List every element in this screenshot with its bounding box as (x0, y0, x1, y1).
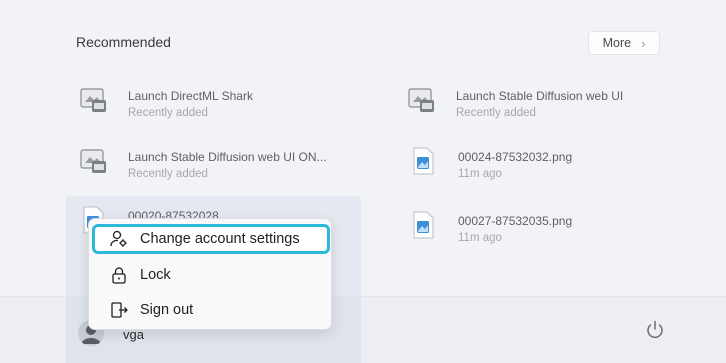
start-menu-panel: Recommended More › Launch DirectML Shark… (0, 0, 726, 363)
recommended-item-subtitle: Recently added (456, 107, 536, 119)
menu-item-label: Lock (140, 267, 171, 283)
more-button[interactable]: More › (588, 31, 660, 55)
recommended-item-name: Launch Stable Diffusion web UI (456, 89, 624, 103)
change-account-settings-item[interactable]: Change account settings (92, 224, 330, 254)
recommended-item-subtitle: 11m ago (458, 168, 502, 180)
app-shortcut-icon (80, 88, 106, 112)
image-file-icon (413, 147, 434, 175)
menu-item-label: Sign out (140, 302, 194, 318)
recommended-item-subtitle: Recently added (128, 168, 208, 180)
recommended-item-subtitle: Recently added (128, 107, 208, 119)
account-context-menu: Change account settings Lock Sign out (88, 218, 332, 330)
chevron-right-icon: › (641, 35, 646, 51)
recommended-item-name: 00024-87532032.png (458, 150, 573, 164)
recommended-heading: Recommended (76, 34, 171, 50)
sign-out-icon (110, 301, 128, 319)
recommended-item-subtitle: 11m ago (458, 232, 502, 244)
account-settings-icon (110, 230, 128, 248)
app-shortcut-icon (80, 149, 106, 173)
app-shortcut-icon (408, 88, 434, 112)
sign-out-item[interactable]: Sign out (95, 296, 325, 324)
recommended-item-name: Launch DirectML Shark (128, 89, 253, 103)
recommended-item-name: 00027-87532035.png (458, 214, 573, 228)
power-icon[interactable] (644, 319, 666, 341)
recommended-item-name: Launch Stable Diffusion web UI ON... (128, 150, 327, 164)
lock-icon (110, 266, 128, 284)
lock-item[interactable]: Lock (95, 261, 325, 289)
more-button-label: More (602, 36, 632, 50)
menu-item-label: Change account settings (140, 231, 300, 247)
image-file-icon (413, 211, 434, 239)
